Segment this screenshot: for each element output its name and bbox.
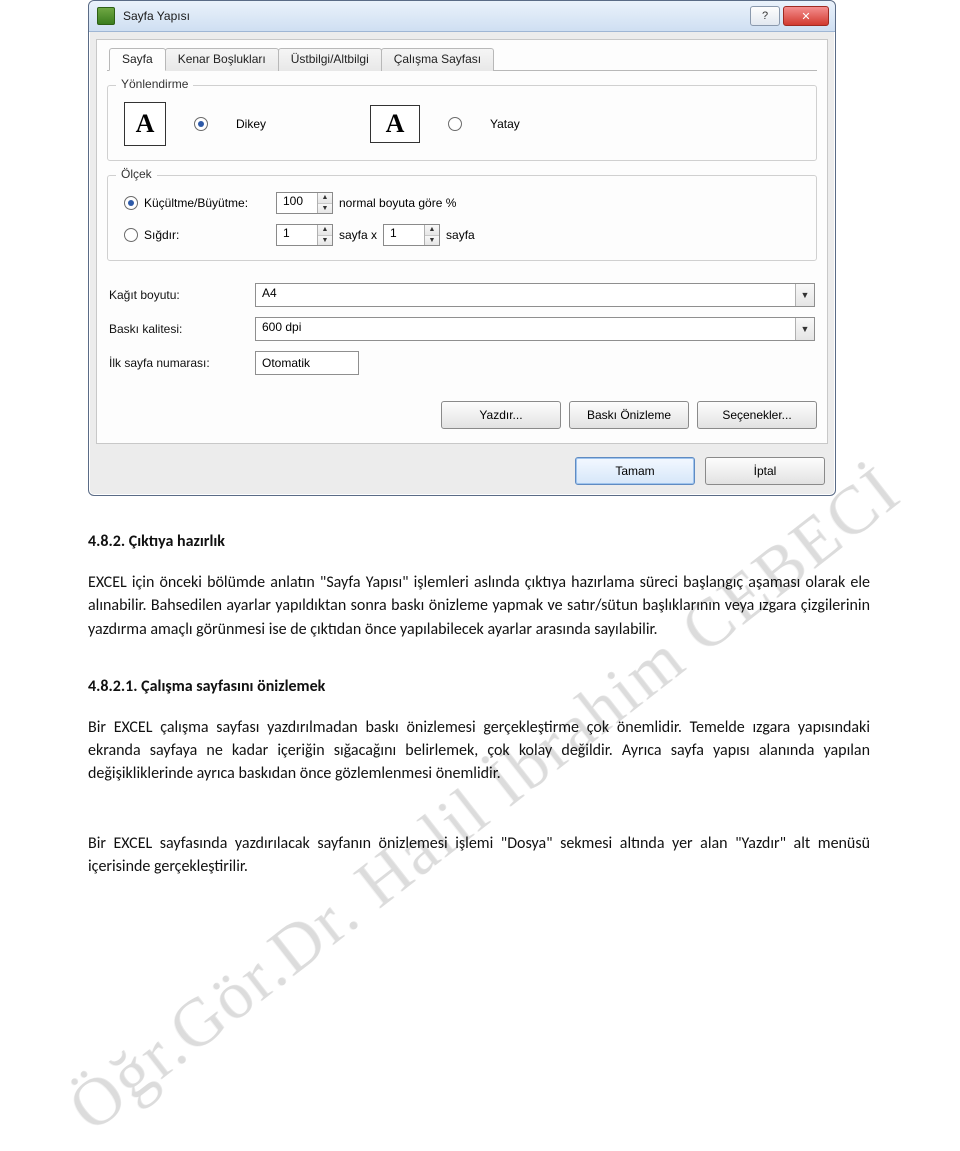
print-quality-label: Baskı kalitesi:	[109, 322, 249, 336]
tab-header-footer[interactable]: Üstbilgi/Altbilgi	[278, 48, 382, 71]
fit-label: Sığdır:	[144, 228, 270, 242]
adjust-spinner[interactable]: 100 ▲▼	[276, 192, 333, 214]
spinner-down-icon[interactable]: ▼	[425, 236, 439, 246]
dropdown-icon[interactable]: ▼	[795, 284, 814, 306]
fit-suffix: sayfa	[446, 228, 475, 242]
heading-4821: 4.8.2.1. Çalışma sayfasını önizlemek	[88, 675, 870, 698]
cancel-button[interactable]: İptal	[705, 457, 825, 485]
orientation-group: Yönlendirme A Dikey A Yatay	[107, 85, 817, 161]
fit-height-value: 1	[384, 225, 424, 245]
print-button[interactable]: Yazdır...	[441, 401, 561, 429]
landscape-page-icon: A	[370, 105, 420, 143]
orientation-legend: Yönlendirme	[116, 77, 193, 91]
paragraph: Bir EXCEL çalışma sayfası yazdırılmadan …	[88, 716, 870, 786]
dropdown-icon[interactable]: ▼	[795, 318, 814, 340]
heading-482: 4.8.2. Çıktıya hazırlık	[88, 530, 870, 553]
page-setup-dialog: Sayfa Yapısı ? ✕ Sayfa Kenar Boşlukları …	[88, 0, 836, 496]
paper-size-label: Kağıt boyutu:	[109, 288, 249, 302]
ok-button[interactable]: Tamam	[575, 457, 695, 485]
tab-margins[interactable]: Kenar Boşlukları	[165, 48, 279, 71]
landscape-radio[interactable]	[448, 117, 462, 131]
document-body: 4.8.2. Çıktıya hazırlık EXCEL için öncek…	[88, 530, 870, 878]
tab-page[interactable]: Sayfa	[109, 48, 166, 71]
scale-group: Ölçek Küçültme/Büyütme: 100 ▲▼ normal bo…	[107, 175, 817, 261]
spinner-down-icon[interactable]: ▼	[318, 236, 332, 246]
first-page-input[interactable]: Otomatik	[255, 351, 359, 375]
tab-strip: Sayfa Kenar Boşlukları Üstbilgi/Altbilgi…	[107, 47, 817, 71]
scale-legend: Ölçek	[116, 167, 157, 181]
paragraph: Bir EXCEL sayfasında yazdırılacak sayfan…	[88, 832, 870, 878]
adjust-suffix: normal boyuta göre %	[339, 196, 456, 210]
paragraph: EXCEL için önceki bölümde anlatın "Sayfa…	[88, 571, 870, 641]
adjust-value: 100	[277, 193, 317, 213]
spinner-up-icon[interactable]: ▲	[318, 225, 332, 236]
fit-mid-label: sayfa x	[339, 228, 377, 242]
adjust-radio[interactable]	[124, 196, 138, 210]
portrait-label: Dikey	[236, 117, 266, 131]
fit-height-spinner[interactable]: 1 ▲▼	[383, 224, 440, 246]
tab-sheet[interactable]: Çalışma Sayfası	[381, 48, 494, 71]
fit-width-spinner[interactable]: 1 ▲▼	[276, 224, 333, 246]
close-button[interactable]: ✕	[783, 6, 829, 26]
fit-radio[interactable]	[124, 228, 138, 242]
landscape-label: Yatay	[490, 117, 520, 131]
spinner-up-icon[interactable]: ▲	[318, 193, 332, 204]
help-button[interactable]: ?	[750, 6, 780, 26]
titlebar[interactable]: Sayfa Yapısı ? ✕	[89, 1, 835, 32]
spinner-down-icon[interactable]: ▼	[318, 204, 332, 214]
print-preview-button[interactable]: Baskı Önizleme	[569, 401, 689, 429]
paper-size-value: A4	[256, 284, 795, 306]
print-quality-combo[interactable]: 600 dpi ▼	[255, 317, 815, 341]
excel-app-icon	[97, 7, 115, 25]
adjust-label: Küçültme/Büyütme:	[144, 196, 270, 210]
portrait-page-icon: A	[124, 102, 166, 146]
first-page-label: İlk sayfa numarası:	[109, 356, 249, 370]
paper-size-combo[interactable]: A4 ▼	[255, 283, 815, 307]
spinner-up-icon[interactable]: ▲	[425, 225, 439, 236]
fit-width-value: 1	[277, 225, 317, 245]
print-quality-value: 600 dpi	[256, 318, 795, 340]
portrait-radio[interactable]	[194, 117, 208, 131]
dialog-title: Sayfa Yapısı	[123, 9, 747, 23]
options-button[interactable]: Seçenekler...	[697, 401, 817, 429]
